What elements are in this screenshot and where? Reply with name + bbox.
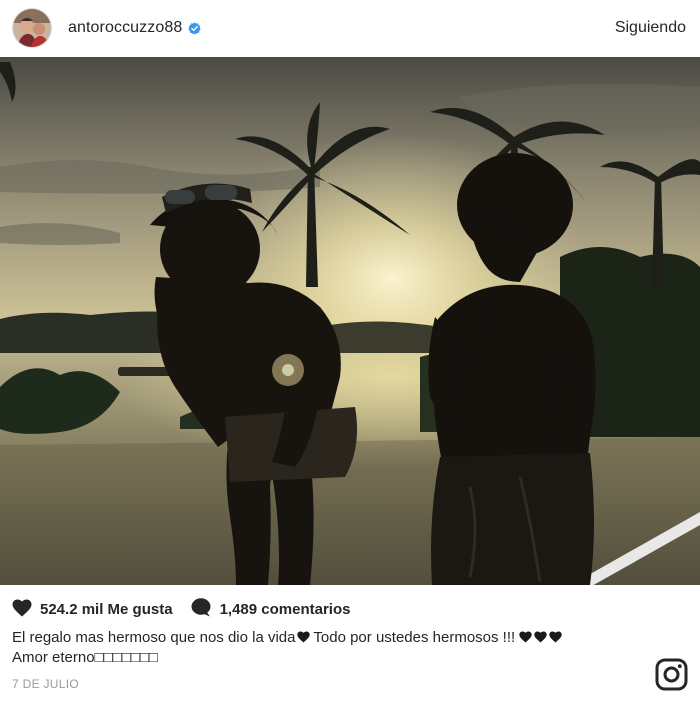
heart-icon[interactable] <box>12 599 32 621</box>
username[interactable]: antoroccuzzo88 <box>68 19 182 37</box>
comments-count[interactable]: 1,489 comentarios <box>220 601 351 618</box>
post-stats: 524.2 mil Me gusta 1,489 comentarios <box>12 598 350 621</box>
heart-emoji-icon <box>296 631 310 643</box>
post-caption: El regalo mas hermoso que nos dio la vid… <box>12 628 652 668</box>
instagram-logo-icon <box>655 658 688 691</box>
caption-line-2: Amor eterno□□□□□□□ <box>12 649 158 666</box>
following-button[interactable]: Siguiendo <box>613 15 688 41</box>
post-date[interactable]: 7 DE JULIO <box>12 677 79 691</box>
heart-emoji-group-icon <box>519 629 563 646</box>
verified-badge-icon <box>188 21 201 35</box>
speech-bubble-icon[interactable] <box>191 598 211 621</box>
post-photo[interactable] <box>0 57 700 585</box>
likes-count[interactable]: 524.2 mil Me gusta <box>40 601 173 618</box>
avatar[interactable] <box>13 9 51 47</box>
caption-line-1: El regalo mas hermoso que nos dio la vid… <box>12 628 652 648</box>
caption-text-part-1: El regalo mas hermoso que nos dio la vid… <box>12 629 296 646</box>
caption-text-part-2: Todo por ustedes hermosos !!! <box>309 629 520 646</box>
profile-avatar <box>13 9 51 47</box>
post-header: antoroccuzzo88 Siguiendo <box>0 0 700 56</box>
